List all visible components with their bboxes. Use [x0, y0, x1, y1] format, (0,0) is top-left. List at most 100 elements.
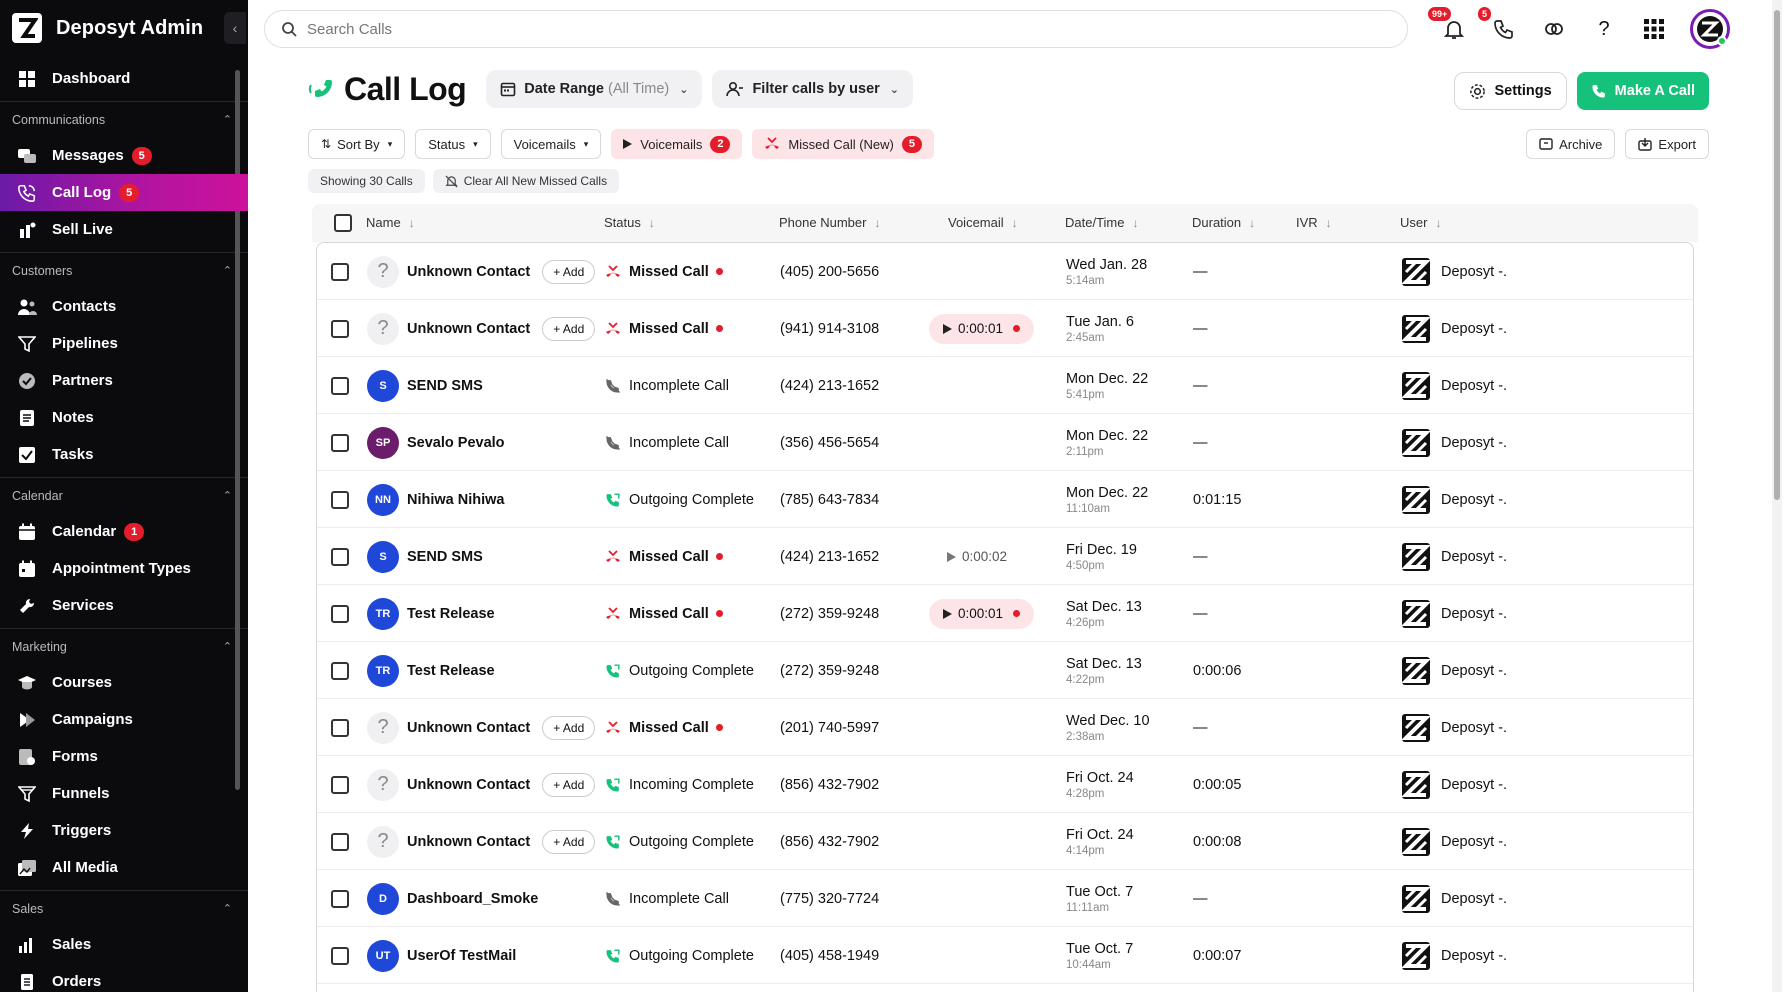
contact-name[interactable]: Dashboard_Smoke — [407, 891, 538, 907]
phone-number[interactable]: (424) 213-1652 — [780, 549, 879, 565]
add-contact-button[interactable]: + Add — [542, 829, 596, 854]
column-header-user[interactable]: User ↓ — [1400, 215, 1441, 230]
calls-button[interactable]: 5 — [1478, 7, 1518, 43]
sidebar-item-messages[interactable]: Messages 5 — [0, 137, 248, 174]
sidebar-item-all-media[interactable]: All Media — [0, 849, 248, 886]
phone-number[interactable]: (785) 643-7834 — [780, 492, 879, 508]
sidebar-item-tasks[interactable]: Tasks — [0, 436, 248, 473]
page-scrollbar-thumb[interactable] — [1774, 10, 1780, 500]
contact-name[interactable]: Unknown Contact — [407, 321, 530, 337]
collapse-sidebar-button[interactable]: ‹ — [224, 12, 246, 44]
phone-number[interactable]: (856) 432-7902 — [780, 834, 879, 850]
help-button[interactable]: ? — [1590, 15, 1618, 43]
phone-number[interactable]: (405) 458-1949 — [780, 948, 879, 964]
sidebar-item-triggers[interactable]: Triggers — [0, 812, 248, 849]
archive-button[interactable]: Archive — [1526, 129, 1616, 159]
column-header-ivr[interactable]: IVR ↓ — [1296, 215, 1332, 230]
row-checkbox[interactable] — [331, 775, 349, 794]
table-row[interactable]: SP Sevalo Pevalo Incomplete Call (356) 456-… — [317, 414, 1693, 471]
column-header-duration[interactable]: Duration ↓ — [1192, 215, 1255, 230]
notifications-button[interactable]: 99+ — [1428, 7, 1468, 43]
contact-name[interactable]: Nihiwa Nihiwa — [407, 492, 505, 508]
sidebar-item-funnels[interactable]: Funnels — [0, 775, 248, 812]
phone-number[interactable]: (356) 456-5654 — [780, 435, 879, 451]
voicemails-filter-tag[interactable]: Voicemails 2 — [611, 129, 743, 159]
phone-number[interactable]: (201) 740-5997 — [780, 720, 879, 736]
sidebar-item-contacts[interactable]: Contacts — [0, 288, 248, 325]
voicemail-play-button[interactable]: 0:00:02 — [929, 549, 1007, 564]
user-avatar-button[interactable] — [1690, 9, 1730, 49]
settings-button[interactable]: Settings — [1454, 72, 1567, 110]
sidebar-section-sales[interactable]: Sales ⌃ — [0, 890, 248, 926]
phone-number[interactable]: (405) 200-5656 — [780, 264, 879, 280]
row-checkbox[interactable] — [331, 832, 349, 851]
voicemail-play-button[interactable]: 0:00:01 — [929, 598, 1035, 629]
date-range-dropdown[interactable]: Date Range (All Time) ⌄ — [486, 70, 703, 108]
row-checkbox[interactable] — [331, 262, 349, 281]
table-row[interactable]: UT UserOf TestMail Outgoing Complete (405) … — [317, 927, 1693, 984]
row-checkbox[interactable] — [331, 547, 349, 566]
apps-button[interactable] — [1640, 15, 1668, 43]
search-input[interactable]: Search Calls — [264, 10, 1408, 48]
column-header-date-time[interactable]: Date/Time ↓ — [1065, 215, 1138, 230]
sidebar-item-appointment-types[interactable]: Appointment Types — [0, 550, 248, 587]
phone-number[interactable]: (272) 359-9248 — [780, 606, 879, 622]
missed-call-filter-tag[interactable]: Missed Call (New) 5 — [752, 129, 934, 159]
add-contact-button[interactable]: + Add — [542, 259, 596, 284]
table-row[interactable]: ? Unknown Contact + Add Outgoing Complete (8… — [317, 813, 1693, 870]
page-scrollbar[interactable] — [1772, 0, 1782, 992]
table-row[interactable]: ? Unknown Contact + Add Missed Call (405) 20… — [317, 243, 1693, 300]
contact-name[interactable]: Unknown Contact — [407, 777, 530, 793]
table-row[interactable]: D Dashboard_Smoke Incomplete Call (775) 320… — [317, 870, 1693, 927]
sidebar-item-call-log[interactable]: Call Log 5 — [0, 174, 248, 211]
table-row[interactable]: ? Unknown Contact + Add Incoming Complete (8… — [317, 756, 1693, 813]
sidebar-item-calendar[interactable]: Calendar 1 — [0, 513, 248, 550]
sidebar-item-forms[interactable]: Forms — [0, 738, 248, 775]
filter-user-dropdown[interactable]: Filter calls by user ⌄ — [712, 70, 914, 108]
column-header-name[interactable]: Name ↓ — [366, 215, 415, 230]
add-contact-button[interactable]: + Add — [542, 715, 596, 740]
row-checkbox[interactable] — [331, 376, 349, 395]
row-checkbox[interactable] — [331, 718, 349, 737]
row-checkbox[interactable] — [331, 490, 349, 509]
contact-name[interactable]: Unknown Contact — [407, 834, 530, 850]
row-checkbox[interactable] — [331, 661, 349, 680]
contact-name[interactable]: Unknown Contact — [407, 264, 530, 280]
status-dropdown[interactable]: Status ▾ — [415, 129, 491, 159]
sidebar-item-partners[interactable]: Partners — [0, 362, 248, 399]
sidebar-item-campaigns[interactable]: Campaigns — [0, 701, 248, 738]
phone-number[interactable]: (856) 432-7902 — [780, 777, 879, 793]
table-row[interactable]: ? Unknown Contact + Add Missed Call (941) 91… — [317, 300, 1693, 357]
sidebar-item-services[interactable]: Services — [0, 587, 248, 624]
contact-name[interactable]: Test Release — [407, 606, 495, 622]
table-row[interactable]: S SEND SMS Missed Call (424) 213-1652 0:00:0… — [317, 528, 1693, 585]
sidebar-item-pipelines[interactable]: Pipelines — [0, 325, 248, 362]
contact-name[interactable]: SEND SMS — [407, 378, 483, 394]
sidebar-item-sales[interactable]: Sales — [0, 926, 248, 963]
phone-number[interactable]: (424) 213-1652 — [780, 378, 879, 394]
sort-by-dropdown[interactable]: ⇅ Sort By ▾ — [308, 129, 406, 159]
sidebar-item-dashboard[interactable]: Dashboard — [0, 60, 248, 97]
row-checkbox[interactable] — [331, 604, 349, 623]
contact-name[interactable]: SEND SMS — [407, 549, 483, 565]
column-header-phone-number[interactable]: Phone Number ↓ — [779, 215, 880, 230]
sidebar-section-marketing[interactable]: Marketing ⌃ — [0, 628, 248, 664]
voicemails-dropdown[interactable]: Voicemails ▾ — [500, 129, 602, 159]
table-row[interactable]: S SEND SMS Incomplete Call (424) 213-1652 Mo… — [317, 357, 1693, 414]
table-row[interactable]: TR Test Release Outgoing Complete (272) 359… — [317, 642, 1693, 699]
sidebar-section-calendar[interactable]: Calendar ⌃ — [0, 477, 248, 513]
phone-number[interactable]: (941) 914-3108 — [780, 321, 879, 337]
table-row[interactable]: TR Test Release Missed Call (272) 359-9248 0… — [317, 585, 1693, 642]
contact-name[interactable]: UserOf TestMail — [407, 948, 516, 964]
select-all-checkbox[interactable] — [334, 214, 352, 232]
sidebar-item-courses[interactable]: Courses — [0, 664, 248, 701]
integrations-button[interactable] — [1540, 15, 1568, 43]
export-button[interactable]: Export — [1625, 129, 1709, 159]
make-call-button[interactable]: Make A Call — [1576, 72, 1709, 110]
phone-number[interactable]: (272) 359-9248 — [780, 663, 879, 679]
row-checkbox[interactable] — [331, 319, 349, 338]
row-checkbox[interactable] — [331, 946, 349, 965]
sidebar-section-communications[interactable]: Communications ⌃ — [0, 101, 248, 137]
contact-name[interactable]: Sevalo Pevalo — [407, 435, 505, 451]
table-row[interactable]: NN Nihiwa Nihiwa Outgoing Complete (785) 64… — [317, 471, 1693, 528]
